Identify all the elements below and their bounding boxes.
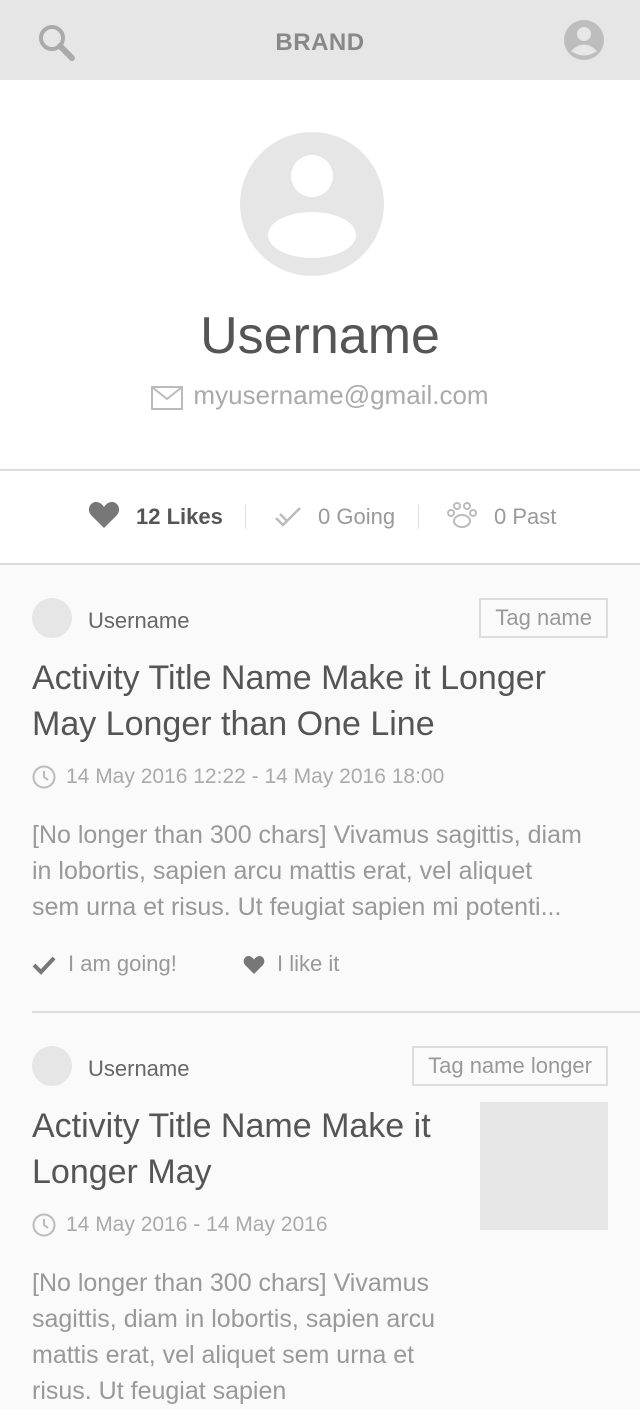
activity-time-text: 14 May 2016 - 14 May 2016 — [66, 1213, 328, 1236]
author-name[interactable]: Username — [88, 608, 189, 634]
going-button-label: I am going! — [68, 951, 177, 976]
account-button[interactable] — [562, 18, 606, 62]
activity-time: 14 May 2016 12:22 - 14 May 2016 18:00 — [32, 765, 444, 789]
activity-description: [No longer than 300 chars] Vivamus sagit… — [32, 817, 582, 925]
description-line: [No longer than 300 chars] Vivamus — [32, 1269, 429, 1297]
activity-actions: I am going! I like it — [32, 951, 339, 977]
search-button[interactable] — [34, 20, 78, 64]
envelope-icon — [151, 386, 184, 410]
activity-time: 14 May 2016 - 14 May 2016 — [32, 1213, 328, 1237]
description-line: sagittis, diam in lobortis, sapien arcu — [32, 1305, 435, 1333]
heart-icon — [88, 501, 120, 528]
description-line: in lobortis, sapien arcu mattis erat, ve… — [32, 857, 533, 885]
description-line: mattis erat, vel aliquet sem urna et — [32, 1341, 415, 1369]
paw-icon — [447, 502, 477, 528]
profile-email-row: myusername@gmail.com — [0, 380, 640, 411]
stat-separator — [245, 505, 246, 529]
clock-icon — [32, 765, 56, 789]
top-bar: BRAND — [0, 0, 640, 80]
user-avatar-icon — [240, 132, 384, 276]
stat-past[interactable]: 0 Past — [446, 471, 556, 563]
activity-title-line: Activity Title Name Make it — [32, 1107, 431, 1145]
profile-email: myusername@gmail.com — [193, 380, 489, 410]
activity-thumbnail[interactable] — [480, 1102, 608, 1230]
activity-title[interactable]: Activity Title Name Make it Longer May — [32, 1103, 431, 1195]
activity-card[interactable]: Username Tag name longer Activity Title … — [0, 1013, 640, 1405]
stat-likes[interactable]: 12 Likes — [88, 471, 223, 563]
search-icon — [39, 25, 75, 61]
stat-past-label: 0 Past — [494, 504, 557, 529]
brand-logo: BRAND — [275, 29, 365, 56]
clock-icon — [32, 1213, 56, 1237]
activity-title[interactable]: Activity Title Name Make it Longer May L… — [32, 655, 546, 747]
stats-bar: 12 Likes 0 Going 0 Past — [0, 471, 640, 563]
author-avatar[interactable] — [32, 1046, 72, 1086]
activity-description: [No longer than 300 chars] Vivamus sagit… — [32, 1265, 435, 1409]
like-button[interactable]: I like it — [243, 951, 339, 977]
author-name[interactable]: Username — [88, 1056, 189, 1082]
stat-separator — [418, 505, 419, 529]
stat-likes-label: 12 Likes — [136, 504, 223, 529]
profile-section: Username myusername@gmail.com — [0, 80, 640, 469]
check-outline-icon — [275, 507, 301, 527]
activity-title-line: May Longer than One Line — [32, 705, 435, 743]
stat-going-label: 0 Going — [318, 504, 396, 529]
activity-card[interactable]: Username Tag name Activity Title Name Ma… — [0, 565, 640, 1012]
account-icon — [564, 20, 604, 60]
profile-avatar — [240, 132, 384, 276]
activity-tag[interactable]: Tag name — [479, 598, 608, 638]
description-line: sem urna et risus. Ut feugiat sapien mi … — [32, 893, 562, 921]
going-button[interactable]: I am going! — [32, 951, 177, 977]
checkmark-icon — [32, 956, 56, 975]
heart-icon — [243, 956, 265, 974]
activity-time-text: 14 May 2016 12:22 - 14 May 2016 18:00 — [66, 765, 445, 788]
like-button-label: I like it — [276, 951, 340, 976]
activity-tag[interactable]: Tag name longer — [412, 1046, 608, 1086]
description-line: risus. Ut feugiat sapien — [32, 1377, 287, 1405]
author-avatar[interactable] — [32, 598, 72, 638]
activity-title-line: Activity Title Name Make it Longer — [32, 659, 546, 697]
stat-going[interactable]: 0 Going — [274, 471, 395, 563]
description-line: [No longer than 300 chars] Vivamus sagit… — [32, 821, 582, 849]
activity-title-line: Longer May — [32, 1153, 212, 1191]
profile-username: Username — [200, 307, 440, 365]
